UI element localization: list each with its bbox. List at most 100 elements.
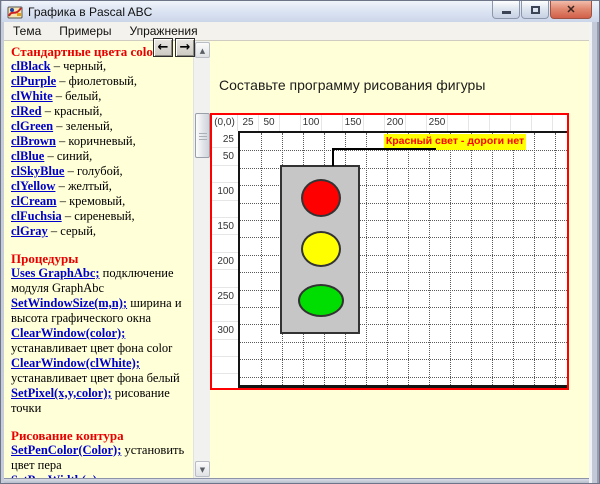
exercise-heading: Составьте программу рисования фигуры — [219, 77, 485, 93]
x-axis-label — [490, 115, 511, 131]
list-item: clPurple – фиолетовый, — [11, 74, 191, 89]
gridline — [387, 133, 388, 385]
y-axis-label — [212, 305, 238, 322]
help-link[interactable]: clPurple — [11, 74, 56, 88]
gridline — [240, 377, 567, 378]
help-link[interactable]: clWhite — [11, 89, 53, 103]
help-link[interactable]: clGreen — [11, 119, 53, 133]
window-title: Графика в Pascal ABC — [28, 5, 152, 19]
help-desc: устанавливает цвет фона белый — [11, 371, 180, 385]
maximize-button[interactable] — [521, 1, 549, 19]
x-axis-label: 150 — [343, 115, 364, 131]
help-link[interactable]: clFuchsia — [11, 209, 62, 223]
window-frame-bottom — [4, 478, 589, 484]
y-axis-label — [212, 357, 238, 374]
y-axis-label: 250 — [212, 288, 238, 305]
menu-bar: ТемаПримерыУпражнения — [4, 22, 589, 41]
list-item: Uses GraphAbc; подключение модуля GraphA… — [11, 266, 191, 296]
list-item: clWhite – белый, — [11, 89, 191, 104]
left-scrollbar[interactable]: ▲ ▼ — [193, 41, 210, 478]
help-link[interactable]: clCream — [11, 194, 57, 208]
scrollbar-thumb[interactable] — [195, 113, 210, 158]
color-list: clBlack – черный,clPurple – фиолетовый,c… — [11, 59, 191, 239]
y-axis-label — [212, 340, 238, 357]
y-axis-label: 50 — [212, 148, 238, 165]
help-link[interactable]: SetPenColor(Color); — [11, 443, 121, 457]
window-frame-right — [589, 22, 600, 484]
x-axis-labels: 2550100150200250 — [238, 115, 567, 131]
help-desc: – серый, — [51, 224, 96, 238]
y-axis-label — [212, 166, 238, 183]
x-axis-label — [448, 115, 469, 131]
help-pane: Стандартные цвета color clBlack – черный… — [4, 41, 193, 478]
help-link[interactable]: clRed — [11, 104, 42, 118]
y-axis-label — [212, 201, 238, 218]
menu-item-0[interactable]: Тема — [4, 22, 50, 40]
forward-button[interactable]: → — [175, 38, 195, 57]
exercise-figure: (0,0) 2550100150200250 25501001502002503… — [210, 113, 569, 390]
x-axis-label: 50 — [259, 115, 280, 131]
help-desc: устанавливает цвет фона color — [11, 341, 172, 355]
help-link[interactable]: clBrown — [11, 134, 56, 148]
scroll-up-icon[interactable]: ▲ — [195, 42, 210, 58]
gridline — [450, 133, 451, 385]
x-axis-label — [322, 115, 343, 131]
x-axis-label — [406, 115, 427, 131]
green-light — [298, 284, 344, 317]
help-link[interactable]: clSkyBlue — [11, 164, 65, 178]
list-item: SetPixel(x,y,color); рисование точки — [11, 386, 191, 416]
list-item: clGray – серый, — [11, 224, 191, 239]
help-link[interactable]: SetWindowSize(m,n); — [11, 296, 127, 310]
gridline — [429, 133, 430, 385]
y-axis-label: 150 — [212, 218, 238, 235]
help-link[interactable]: clGray — [11, 224, 48, 238]
help-desc: – красный, — [45, 104, 103, 118]
gridline — [471, 133, 472, 385]
list-item: SetPenColor(Color); установить цвет пера — [11, 443, 191, 473]
help-link[interactable]: clBlue — [11, 149, 44, 163]
app-icon — [7, 4, 23, 20]
maximize-icon — [531, 6, 540, 14]
x-axis-label — [553, 115, 567, 131]
gridline — [240, 359, 567, 360]
y-axis-label — [212, 270, 238, 287]
close-icon: ✕ — [566, 2, 575, 18]
x-axis-label: 100 — [301, 115, 322, 131]
scroll-down-icon[interactable]: ▼ — [195, 461, 210, 477]
x-axis-label — [532, 115, 553, 131]
help-desc: – сиреневый, — [65, 209, 135, 223]
help-link[interactable]: ClearWindow(color); — [11, 326, 125, 340]
x-axis-label — [280, 115, 301, 131]
gridline — [408, 133, 409, 385]
gridline — [555, 133, 556, 385]
minimize-icon — [502, 11, 511, 14]
help-desc: – зеленый, — [56, 119, 113, 133]
callout-line-horizontal — [332, 148, 436, 150]
list-item: clRed – красный, — [11, 104, 191, 119]
minimize-button[interactable] — [492, 1, 520, 19]
help-desc: – голубой, — [68, 164, 123, 178]
list-item: clBlack – черный, — [11, 59, 191, 74]
contour-list: SetPenColor(Color); установить цвет пера… — [11, 443, 191, 478]
list-item: ClearWindow(color); устанавливает цвет ф… — [11, 326, 191, 356]
help-link[interactable]: clBlack — [11, 59, 51, 73]
origin-label: (0,0) — [212, 115, 238, 131]
y-axis-labels: 2550100150200250300 — [212, 131, 238, 388]
list-item: clBlue – синий, — [11, 149, 191, 164]
x-axis-label: 250 — [427, 115, 448, 131]
help-link[interactable]: clYellow — [11, 179, 55, 193]
help-desc: – желтый, — [59, 179, 112, 193]
back-button[interactable]: ← — [153, 38, 173, 57]
y-axis-label: 25 — [212, 131, 238, 148]
close-button[interactable]: ✕ — [550, 1, 592, 19]
help-link[interactable]: Uses GraphAbc; — [11, 266, 100, 280]
gridline — [261, 133, 262, 385]
exercise-pane: Составьте программу рисования фигуры (0,… — [210, 41, 589, 478]
help-link[interactable]: ClearWindow(clWhite); — [11, 356, 140, 370]
menu-item-1[interactable]: Примеры — [50, 22, 120, 40]
y-axis-label — [212, 235, 238, 252]
graphics-window: Красный свет - дороги нет — [238, 131, 567, 388]
red-light — [301, 179, 341, 217]
help-link[interactable]: SetPixel(x,y,color); — [11, 386, 112, 400]
gridline — [240, 150, 567, 151]
